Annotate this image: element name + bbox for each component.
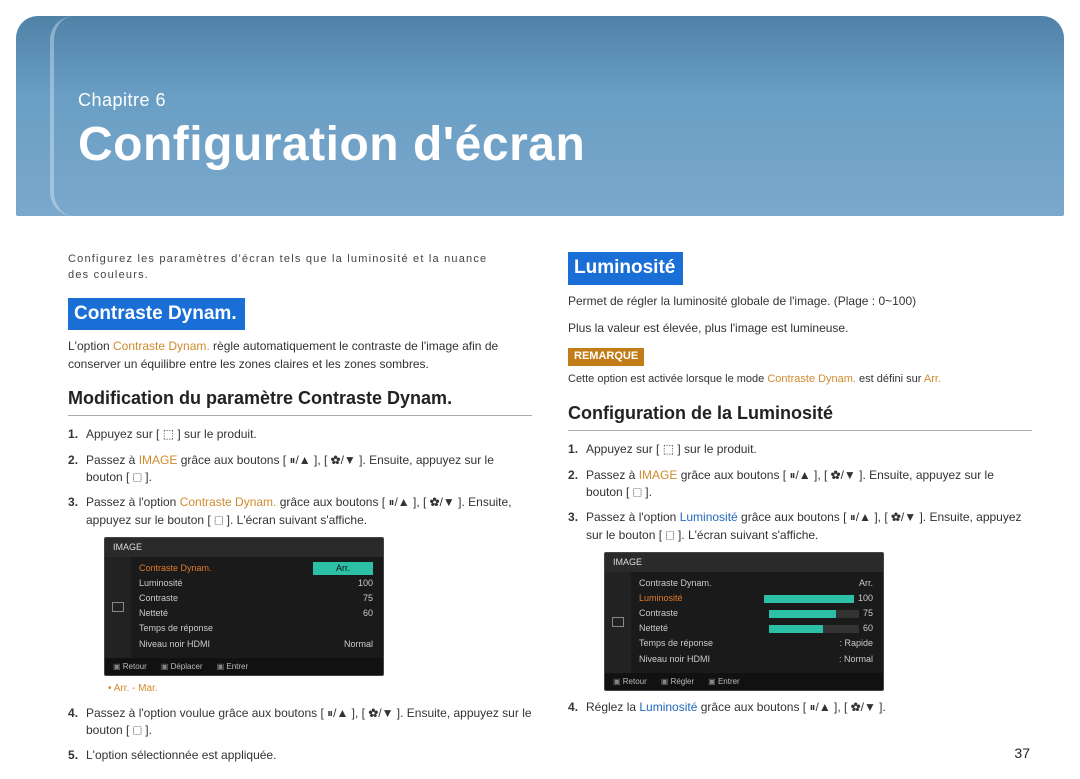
- subheading-config-lum: Configuration de la Luminosité: [568, 400, 1032, 431]
- left-column: Configurez les paramètres d'écran tels q…: [68, 252, 532, 773]
- osd-title: IMAGE: [605, 553, 883, 572]
- step-2: Passez à IMAGE grâce aux boutons [ ⏸/▲ ]…: [68, 452, 532, 487]
- chapter-hero: Chapitre 6 Configuration d'écran: [16, 16, 1064, 216]
- remark-text: Cette option est activée lorsque le mode…: [568, 372, 1032, 388]
- osd-footer: Retour Régler Entrer: [605, 673, 883, 691]
- osd-footer: Retour Déplacer Entrer: [105, 658, 383, 676]
- osd-rows: Contraste Dynam.Arr. Luminosité100 Contr…: [631, 572, 883, 672]
- subheading-modif-contraste: Modification du paramètre Contraste Dyna…: [68, 385, 532, 416]
- lum-desc2: Plus la valeur est élevée, plus l'image …: [568, 320, 1032, 337]
- osd-row: Contraste75: [639, 606, 873, 621]
- chapter-label: Chapitre 6: [78, 90, 1064, 111]
- osd-screenshot-luminosite: IMAGE Contraste Dynam.Arr. Luminosité100…: [604, 552, 884, 691]
- osd-title: IMAGE: [105, 538, 383, 557]
- step-3: Passez à l'option Contraste Dynam. grâce…: [68, 494, 532, 696]
- osd-row: Luminosité100: [139, 576, 373, 591]
- em-contraste: Contraste Dynam.: [113, 339, 210, 353]
- osd-sidebar: [605, 572, 631, 672]
- intro-text: Configurez les paramètres d'écran tels q…: [68, 252, 498, 284]
- steps-contraste: Appuyez sur [ ⬚ ] sur le produit. Passez…: [68, 426, 532, 765]
- option-values: • Arr. - Mar.: [108, 682, 532, 697]
- step-2: Passez à IMAGE grâce aux boutons [ ⏸/▲ ]…: [568, 467, 1032, 502]
- osd-row: Contraste75: [139, 591, 373, 606]
- contraste-description: L'option Contraste Dynam. règle automati…: [68, 338, 532, 373]
- lum-desc: Permet de régler la luminosité globale d…: [568, 293, 1032, 310]
- step-5: L'option sélectionnée est appliquée.: [68, 747, 532, 764]
- osd-screenshot-contraste: IMAGE Contraste Dynam.Arr. Luminosité100…: [104, 537, 384, 676]
- chapter-title: Configuration d'écran: [78, 117, 1064, 172]
- osd-sidebar: [105, 557, 131, 657]
- osd-row: Niveau noir HDMINormal: [139, 637, 373, 652]
- step-3: Passez à l'option Luminosité grâce aux b…: [568, 509, 1032, 691]
- osd-row: Contraste Dynam.Arr.: [639, 576, 873, 591]
- osd-row: Temps de réponse: Rapide: [639, 636, 873, 651]
- osd-row: Niveau noir HDMI: Normal: [639, 652, 873, 667]
- osd-row: Netteté60: [639, 621, 873, 636]
- remark-label: REMARQUE: [568, 348, 644, 366]
- osd-row: Luminosité100: [639, 591, 873, 606]
- hero-accent: [50, 16, 80, 216]
- page-number: 37: [1014, 745, 1030, 761]
- osd-row: Temps de réponse: [139, 621, 373, 636]
- osd-rows: Contraste Dynam.Arr. Luminosité100 Contr…: [131, 557, 383, 657]
- right-column: Luminosité Permet de régler la luminosit…: [568, 252, 1032, 773]
- step-1: Appuyez sur [ ⬚ ] sur le produit.: [568, 441, 1032, 458]
- step-4: Réglez la Luminosité grâce aux boutons […: [568, 699, 1032, 716]
- osd-row: Netteté60: [139, 606, 373, 621]
- step-1: Appuyez sur [ ⬚ ] sur le produit.: [68, 426, 532, 443]
- steps-luminosite: Appuyez sur [ ⬚ ] sur le produit. Passez…: [568, 441, 1032, 716]
- step-4: Passez à l'option voulue grâce aux bouto…: [68, 705, 532, 740]
- content-area: Configurez les paramètres d'écran tels q…: [0, 216, 1080, 773]
- osd-row: Contraste Dynam.Arr.: [139, 561, 373, 576]
- section-heading-luminosite: Luminosité: [568, 252, 683, 285]
- section-heading-contraste: Contraste Dynam.: [68, 298, 245, 331]
